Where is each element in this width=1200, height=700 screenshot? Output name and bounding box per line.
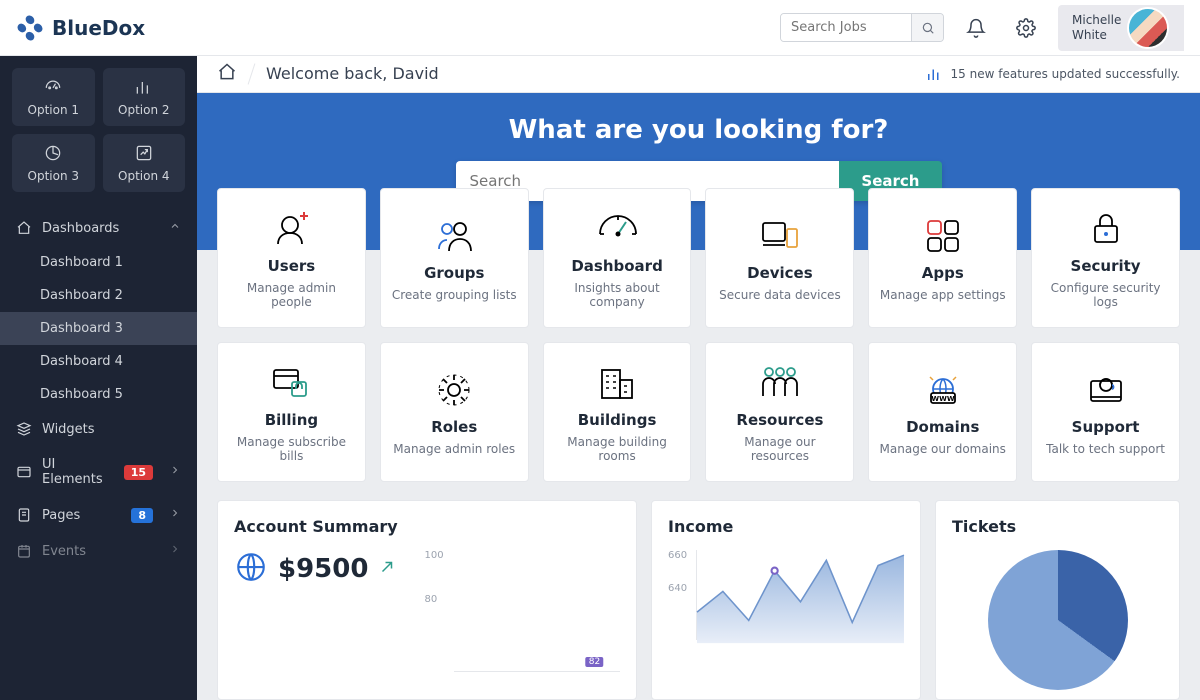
user-name: Michelle White (1072, 13, 1121, 42)
groups-icon (433, 214, 475, 258)
badge-ui: 15 (124, 465, 153, 480)
nav-ui-elements[interactable]: UI Elements 15 (0, 447, 197, 497)
devices-icon (759, 214, 801, 258)
users-icon (270, 207, 312, 251)
badge-pages: 8 (131, 508, 153, 523)
update-note: 15 new features updated successfully. (925, 65, 1180, 83)
nav-events[interactable]: Events (0, 533, 197, 569)
account-amount: $9500 (278, 554, 368, 584)
nav-widgets[interactable]: Widgets (0, 411, 197, 447)
hero-title: What are you looking for? (509, 115, 889, 145)
tile-groups[interactable]: GroupsCreate grouping lists (380, 188, 529, 328)
account-summary-card: Account Summary $9500 10080 (217, 500, 637, 700)
chevron-right-icon (169, 507, 181, 523)
welcome-text: Welcome back, David (266, 64, 439, 83)
tile-apps[interactable]: AppsManage app settings (868, 188, 1017, 328)
sidebar-item-dashboard-4[interactable]: Dashboard 4 (0, 345, 197, 378)
buildings-icon (596, 361, 638, 405)
tile-billing[interactable]: BillingManage subscribe bills (217, 342, 366, 482)
chevron-right-icon (169, 464, 181, 480)
settings-icon[interactable] (1008, 10, 1044, 46)
tile-users[interactable]: UsersManage admin people (217, 188, 366, 328)
tickets-title: Tickets (952, 517, 1163, 536)
top-search-input[interactable] (781, 14, 911, 41)
nav-pages[interactable]: Pages 8 (0, 497, 197, 533)
sidebar-option-grid: Option 1 Option 2 Option 3 Option 4 (0, 56, 197, 204)
chevron-up-icon (169, 220, 181, 236)
brand-logo[interactable]: BlueDox (16, 14, 145, 42)
chevron-right-icon (169, 543, 181, 559)
tile-roles[interactable]: RolesManage admin roles (380, 342, 529, 482)
account-bar-chart: 10080 82 (424, 550, 620, 672)
avatar (1129, 9, 1167, 47)
domains-icon (922, 368, 964, 412)
breadcrumb: Welcome back, David 15 new features upda… (197, 56, 1200, 93)
top-search-button[interactable] (911, 14, 943, 41)
sidebar-option-4[interactable]: Option 4 (103, 134, 186, 192)
logo-icon (16, 14, 44, 42)
sidebar-item-dashboard-5[interactable]: Dashboard 5 (0, 378, 197, 411)
sidebar-option-1[interactable]: Option 1 (12, 68, 95, 126)
tile-buildings[interactable]: BuildingsManage building rooms (543, 342, 692, 482)
top-search (780, 13, 944, 42)
topbar: BlueDox Michelle White (0, 0, 1200, 56)
resources-icon (759, 361, 801, 405)
sidebar-item-dashboard-3[interactable]: Dashboard 3 (0, 312, 197, 345)
security-icon (1085, 207, 1127, 251)
tile-security[interactable]: SecurityConfigure security logs (1031, 188, 1180, 328)
apps-icon (922, 214, 964, 258)
trend-up-icon (378, 558, 396, 580)
sidebar-item-dashboard-2[interactable]: Dashboard 2 (0, 279, 197, 312)
billing-icon (270, 361, 312, 405)
sidebar-option-3[interactable]: Option 3 (12, 134, 95, 192)
sidebar: Option 1 Option 2 Option 3 Option 4 Dash… (0, 56, 197, 700)
income-chart (696, 550, 904, 640)
tile-domains[interactable]: DomainsManage our domains (868, 342, 1017, 482)
tickets-pie-chart (988, 550, 1128, 690)
income-title: Income (668, 517, 904, 536)
income-card: Income 660640 (651, 500, 921, 700)
tile-dashboard[interactable]: DashboardInsights about company (543, 188, 692, 328)
notifications-icon[interactable] (958, 10, 994, 46)
tile-grid: UsersManage admin peopleGroupsCreate gro… (217, 188, 1180, 482)
account-title: Account Summary (234, 517, 620, 536)
user-menu[interactable]: Michelle White (1058, 5, 1184, 51)
brand-name: BlueDox (52, 16, 145, 40)
sidebar-option-2[interactable]: Option 2 (103, 68, 186, 126)
main: Welcome back, David 15 new features upda… (197, 56, 1200, 700)
tile-resources[interactable]: ResourcesManage our resources (705, 342, 854, 482)
nav-dashboards[interactable]: Dashboards (0, 210, 197, 246)
gauge-icon (596, 207, 638, 251)
sidebar-item-dashboard-1[interactable]: Dashboard 1 (0, 246, 197, 279)
tile-devices[interactable]: DevicesSecure data devices (705, 188, 854, 328)
tile-support[interactable]: SupportTalk to tech support (1031, 342, 1180, 482)
support-icon (1085, 368, 1127, 412)
roles-icon (433, 368, 475, 412)
tickets-card: Tickets (935, 500, 1180, 700)
globe-icon (234, 550, 268, 588)
home-icon[interactable] (217, 62, 237, 86)
